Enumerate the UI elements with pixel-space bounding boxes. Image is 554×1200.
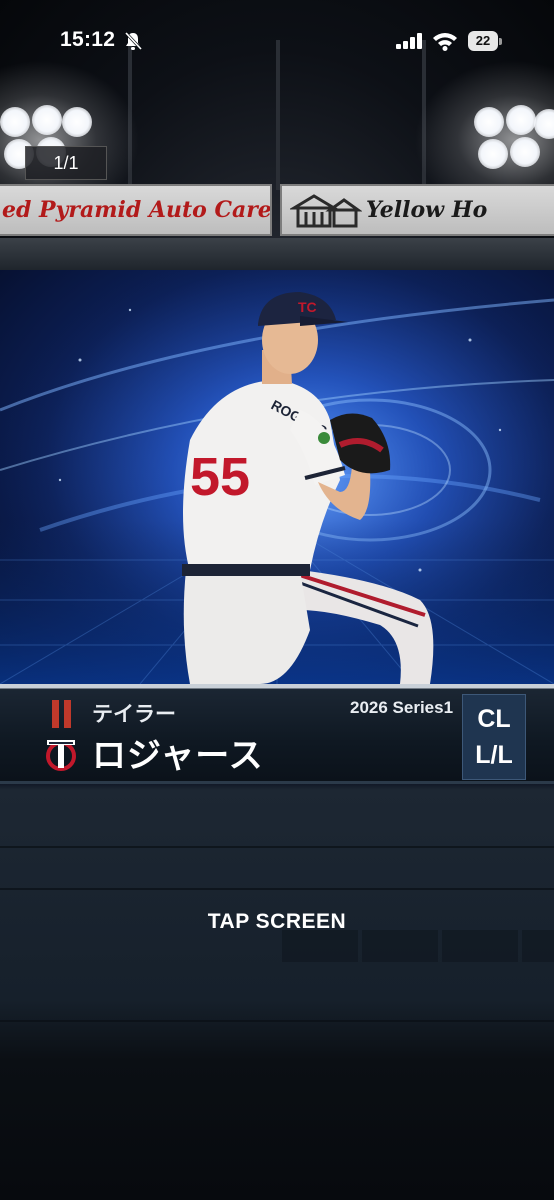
outfield-wall — [0, 238, 554, 270]
house-icon — [290, 194, 362, 228]
ghost-tile — [362, 930, 438, 962]
ghost-tile — [442, 930, 518, 962]
status-time: 15:12 — [60, 28, 116, 51]
player-card-art[interactable]: 55 ROGERS TC — [0, 270, 554, 684]
signal-icon — [396, 33, 422, 49]
outfield-billboards: ed Pyramid Auto Care Yellow Ho — [0, 184, 554, 240]
handedness-label: L/L — [475, 741, 513, 769]
billboard-right: Yellow Ho — [280, 184, 554, 236]
billboard-right-text: Yellow Ho — [366, 197, 488, 223]
jersey-number: 55 — [190, 447, 250, 507]
wifi-icon — [433, 33, 457, 51]
rank-panel: CL L/L — [462, 694, 526, 780]
billboard-left: ed Pyramid Auto Care — [0, 184, 272, 236]
bell-off-icon — [124, 31, 142, 51]
card-reveal-screen[interactable]: 1/1 ed Pyramid Auto Care Yellow Ho 15:12 — [0, 0, 554, 1200]
ghost-tile — [522, 930, 554, 962]
rank-label: CL — [477, 705, 511, 733]
battery-icon: 22 — [468, 31, 502, 51]
twins-logo-icon — [46, 740, 76, 771]
player-first-name: テイラー — [92, 703, 176, 726]
card-counter: 1/1 — [25, 146, 107, 180]
pitcher-position-icon — [52, 700, 72, 728]
svg-text:TC: TC — [298, 299, 317, 315]
battery-level: 22 — [468, 31, 498, 51]
stadium-light-right — [468, 95, 554, 185]
player-last-name: ロジャース — [92, 737, 264, 775]
tap-screen-prompt[interactable]: TAP SCREEN — [0, 910, 554, 934]
player-image: 55 ROGERS TC — [0, 270, 554, 684]
status-bar: 15:12 22 — [0, 0, 554, 80]
ghost-tile — [282, 930, 358, 962]
series-label: 2026 Series1 — [350, 698, 454, 717]
player-info-bar: テイラー 2026 Series1 ロジャース CL L/L — [0, 684, 554, 784]
